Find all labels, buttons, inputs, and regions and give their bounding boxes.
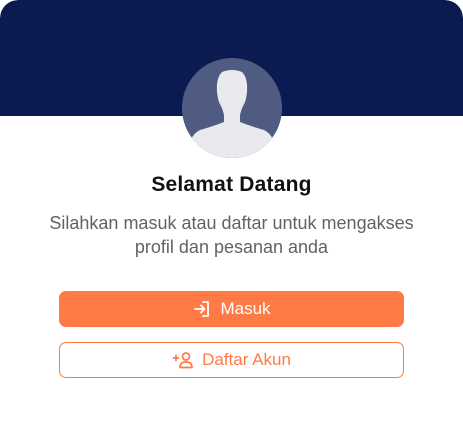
register-button-label: Daftar Akun [202, 350, 291, 369]
welcome-subtitle: Silahkan masuk atau daftar untuk mengaks… [49, 213, 414, 257]
add-user-icon [172, 350, 194, 370]
welcome-card: Selamat Datang Silahkan masuk atau dafta… [0, 0, 463, 426]
login-button[interactable]: Masuk [59, 291, 404, 327]
login-icon [192, 299, 212, 319]
user-avatar-placeholder-icon [182, 58, 282, 158]
login-button-label: Masuk [220, 299, 271, 318]
register-button[interactable]: Daftar Akun [59, 342, 404, 378]
welcome-title: Selamat Datang [151, 173, 312, 196]
avatar [182, 58, 282, 158]
